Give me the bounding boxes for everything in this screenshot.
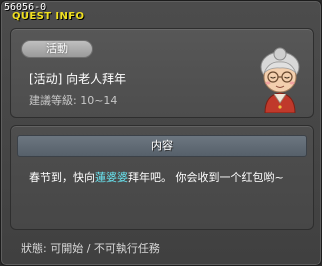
quest-description: 春节到，快向蓮婆婆拜年吧。 你会收到一个红包哟~ — [29, 171, 309, 185]
content-header: 内容 — [17, 135, 307, 157]
description-text-before: 春节到，快向 — [29, 171, 95, 184]
quest-info-window: 56056-0 QUEST INFO 活動 [活动] 向老人拜年 建議等級: 1… — [0, 0, 322, 266]
quest-name: [活动] 向老人拜年 — [29, 72, 127, 86]
quest-status: 狀態: 可開始 / 不可執行任務 — [21, 242, 160, 255]
description-text-after: 拜年吧。 你会收到一个红包哟~ — [128, 171, 284, 184]
npc-name-link: 蓮婆婆 — [95, 171, 128, 184]
quest-summary-panel: 活動 [活动] 向老人拜年 建議等級: 10~14 — [10, 28, 314, 118]
recommended-level: 建議等級: 10~14 — [29, 94, 118, 107]
window-title: QUEST INFO — [12, 11, 85, 22]
quest-category-badge: 活動 — [21, 40, 93, 58]
quest-content-panel: 内容 春节到，快向蓮婆婆拜年吧。 你会收到一个红包哟~ — [10, 125, 314, 230]
npc-portrait-icon — [260, 47, 300, 113]
